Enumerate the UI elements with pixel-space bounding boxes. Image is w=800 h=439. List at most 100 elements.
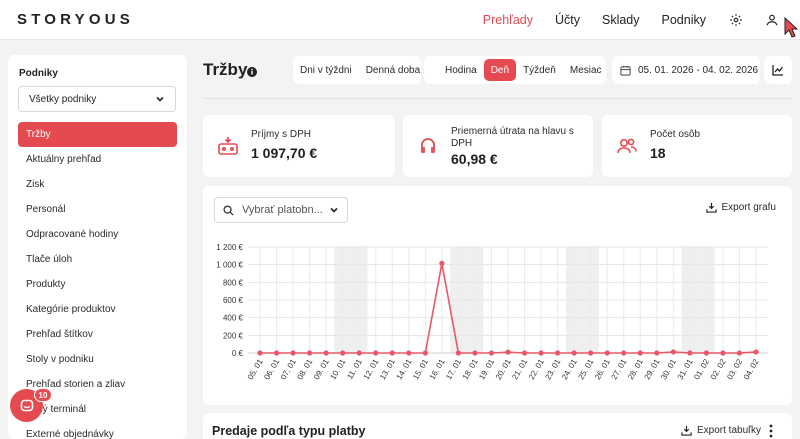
data-point bbox=[439, 260, 445, 266]
data-point bbox=[637, 350, 643, 356]
data-point bbox=[654, 350, 660, 356]
kpi-label: Priemerná útrata na hlavu s DPH bbox=[451, 126, 574, 149]
kpi-label: Počet osôb bbox=[650, 129, 701, 140]
mouse-cursor-icon bbox=[784, 16, 799, 44]
filter-hour[interactable]: Hodina bbox=[438, 59, 484, 81]
kpi-card-average-spend: Priemerná útrata na hlavu s DPH 60,98 € bbox=[403, 115, 593, 177]
data-point bbox=[687, 350, 693, 356]
logo[interactable]: STORYOUS bbox=[17, 11, 134, 28]
kpi-value: 60,98 € bbox=[451, 151, 498, 167]
nav-item-podniky[interactable]: Podniky bbox=[662, 13, 706, 27]
data-point bbox=[340, 350, 346, 356]
filter-group-time: Dni v týždni Denná doba bbox=[293, 56, 421, 84]
y-tick-label: 1 000 € bbox=[216, 261, 243, 270]
data-point bbox=[720, 350, 726, 356]
data-point bbox=[472, 350, 478, 356]
data-point bbox=[588, 350, 594, 356]
sidebar-item[interactable]: Aktuálny prehľad bbox=[18, 147, 177, 172]
top-bar: STORYOUS Prehľady Účty Sklady Podniky bbox=[0, 0, 800, 40]
data-point bbox=[273, 350, 280, 356]
data-point bbox=[571, 350, 577, 356]
data-point bbox=[703, 350, 709, 356]
data-point bbox=[373, 350, 379, 356]
x-tick-label: 10. 01 bbox=[328, 357, 347, 381]
nav-item-sklady[interactable]: Sklady bbox=[602, 13, 640, 27]
export-table-label: Export tabuľky bbox=[697, 425, 762, 436]
sidebar-item[interactable]: Tlače úloh bbox=[18, 247, 177, 272]
data-point bbox=[736, 350, 743, 356]
data-point bbox=[422, 350, 428, 356]
download-icon bbox=[681, 425, 692, 436]
filter-day[interactable]: Deň bbox=[483, 59, 517, 81]
sidebar-title: Podniky bbox=[19, 68, 58, 79]
sidebar-item[interactable]: Externé objednávky bbox=[18, 422, 177, 439]
data-point bbox=[307, 350, 313, 356]
user-icon[interactable] bbox=[764, 12, 780, 28]
filter-week[interactable]: Týždeň bbox=[516, 59, 563, 81]
users-icon bbox=[616, 135, 638, 162]
export-table-button[interactable]: Export tabuľky bbox=[681, 425, 761, 436]
data-point bbox=[604, 350, 610, 356]
calendar-icon bbox=[620, 65, 631, 76]
line-chart-icon bbox=[772, 65, 784, 76]
sidebar-item[interactable]: Tržby bbox=[18, 122, 177, 147]
chart-type-button[interactable] bbox=[764, 56, 792, 84]
data-point bbox=[505, 349, 511, 355]
y-tick-label: 1 200 € bbox=[216, 243, 243, 252]
sidebar-item[interactable]: Personál bbox=[18, 197, 177, 222]
chevron-down-icon bbox=[156, 96, 164, 102]
sidebar: Podniky Všetky podniky Tržby Aktuálny pre… bbox=[8, 55, 187, 439]
filter-days-of-week[interactable]: Dni v týždni bbox=[293, 59, 359, 81]
filter-month[interactable]: Mesiac bbox=[563, 59, 609, 81]
data-point bbox=[290, 350, 296, 356]
data-point bbox=[323, 350, 329, 356]
chat-unread-badge: 10 bbox=[34, 388, 52, 402]
data-point bbox=[356, 350, 362, 356]
date-range-value: 05. 01. 2026 - 04. 02. 2026 bbox=[638, 64, 759, 76]
data-point bbox=[521, 350, 528, 356]
data-point bbox=[257, 350, 263, 356]
date-range-picker[interactable]: 05. 01. 2026 - 04. 02. 2026 bbox=[612, 56, 760, 84]
kpi-card-revenue: Príjmy s DPH 1 097,70 € bbox=[203, 115, 395, 177]
data-point bbox=[488, 350, 495, 356]
nav-item-prehlady[interactable]: Prehľady bbox=[483, 13, 533, 27]
cash-register-icon bbox=[217, 135, 239, 162]
sidebar-item[interactable]: Prehľad štítkov bbox=[18, 322, 177, 347]
data-point bbox=[670, 349, 676, 355]
info-icon[interactable] bbox=[247, 64, 257, 82]
more-options-icon[interactable] bbox=[769, 424, 773, 439]
data-point bbox=[455, 350, 461, 356]
data-point bbox=[555, 350, 561, 356]
sidebar-item[interactable]: Zisk bbox=[18, 172, 177, 197]
filter-group-granularity: Hodina Deň Týždeň Mesiac bbox=[424, 56, 606, 84]
y-tick-label: 800 € bbox=[223, 278, 244, 287]
sidebar-item[interactable]: Odpracované hodiny bbox=[18, 222, 177, 247]
main-nav: Prehľady Účty Sklady Podniky bbox=[483, 0, 800, 40]
data-point bbox=[753, 349, 759, 355]
kpi-card-guests: Počet osôb 18 bbox=[602, 115, 792, 177]
headset-icon bbox=[417, 135, 439, 162]
chat-icon bbox=[20, 399, 33, 411]
sidebar-item[interactable]: Kategórie produktov bbox=[18, 297, 177, 322]
kpi-value: 1 097,70 € bbox=[251, 145, 318, 161]
table-title: Predaje podľa typu platby bbox=[212, 424, 366, 438]
kpi-value: 18 bbox=[650, 145, 666, 161]
y-tick-label: 600 € bbox=[223, 296, 244, 305]
y-tick-label: 0 € bbox=[232, 349, 244, 358]
revenue-chart-card: Vybrať platobn... Export grafu 0 €200 €4… bbox=[203, 186, 792, 405]
nav-item-ucty[interactable]: Účty bbox=[555, 13, 580, 27]
filter-time-of-day[interactable]: Denná doba bbox=[359, 59, 428, 81]
data-point bbox=[538, 350, 544, 356]
data-point bbox=[389, 350, 395, 356]
business-select[interactable]: Všetky podniky bbox=[18, 86, 176, 112]
data-point bbox=[406, 350, 412, 356]
revenue-line-chart: 0 €200 €400 €600 €800 €1 000 €1 200 €05.… bbox=[216, 243, 768, 381]
sidebar-item[interactable]: Stoly v podniku bbox=[18, 347, 177, 372]
x-tick-label: 04. 02 bbox=[742, 357, 761, 381]
gear-icon[interactable] bbox=[728, 12, 744, 28]
sidebar-item[interactable]: Produkty bbox=[18, 272, 177, 297]
payment-type-table-card: Predaje podľa typu platby Export tabuľky bbox=[203, 413, 792, 439]
header-divider bbox=[203, 98, 792, 99]
y-tick-label: 400 € bbox=[223, 314, 244, 323]
page-title: Tržby bbox=[203, 60, 248, 79]
